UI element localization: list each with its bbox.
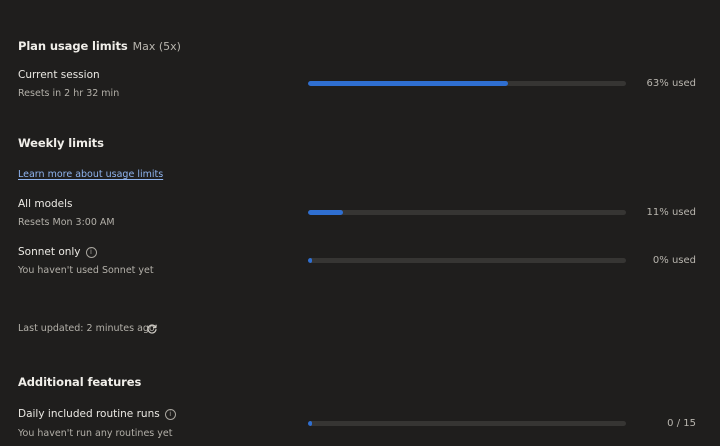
current-session-percent: 63% used (646, 78, 696, 89)
learn-more-link[interactable]: Learn more about usage limits (18, 169, 163, 180)
all-models-reset: Resets Mon 3:00 AM (18, 217, 115, 228)
routines-progress (308, 421, 626, 426)
routines-row: Daily included routine runs i (18, 408, 176, 420)
sonnet-only-label: Sonnet only (18, 246, 81, 258)
current-session-progress (308, 81, 626, 86)
plan-title: Plan usage limits (18, 39, 128, 53)
refresh-icon[interactable] (146, 323, 158, 335)
plan-badge: Max (5x) (132, 40, 181, 53)
sonnet-only-percent: 0% used (652, 255, 696, 266)
last-updated-text: Last updated: 2 minutes ago (18, 323, 155, 334)
current-session-progress-fill (308, 81, 509, 86)
current-session-label: Current session (18, 69, 100, 81)
sonnet-only-progress-fill (308, 258, 312, 263)
all-models-progress-fill (308, 210, 343, 215)
additional-features-title: Additional features (18, 375, 142, 389)
sonnet-only-row: Sonnet only i (18, 246, 97, 258)
info-icon[interactable]: i (85, 247, 97, 258)
routines-progress-fill (308, 421, 312, 426)
weekly-limits-title: Weekly limits (18, 136, 104, 150)
sonnet-only-progress (308, 258, 626, 263)
all-models-label: All models (18, 198, 73, 210)
sonnet-only-sub: You haven't used Sonnet yet (18, 265, 154, 276)
info-icon[interactable]: i (164, 409, 176, 420)
current-session-reset: Resets in 2 hr 32 min (18, 88, 120, 99)
routines-label: Daily included routine runs (18, 408, 160, 420)
routines-sub: You haven't run any routines yet (18, 428, 173, 439)
plan-header: Plan usage limits Max (5x) (18, 35, 181, 54)
all-models-percent: 11% used (646, 207, 696, 218)
last-updated-row: Last updated: 2 minutes ago (18, 323, 155, 334)
all-models-progress (308, 210, 626, 215)
routines-value: 0 / 15 (667, 418, 696, 429)
usage-page: Plan usage limits Max (5x) Current sessio… (0, 0, 720, 446)
